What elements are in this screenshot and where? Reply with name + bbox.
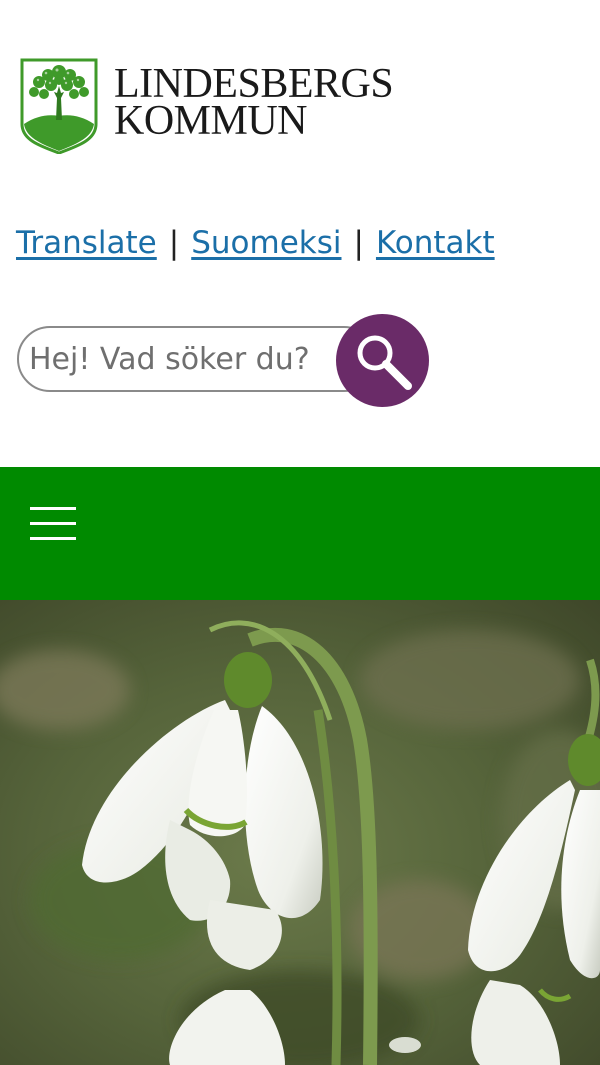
search-input[interactable]	[17, 326, 377, 392]
site-name-line2: KOMMUN	[114, 98, 308, 144]
suomeksi-link[interactable]: Suomeksi	[191, 225, 341, 261]
hero-image	[0, 600, 600, 1065]
main-nav-bar	[0, 467, 600, 600]
search-button[interactable]	[336, 314, 429, 407]
link-separator: |	[353, 225, 364, 261]
utility-links: Translate | Suomeksi | Kontakt	[16, 222, 495, 264]
tree-crest-icon	[20, 58, 98, 154]
kontakt-link[interactable]: Kontakt	[376, 225, 495, 261]
translate-link[interactable]: Translate	[16, 225, 157, 261]
snowdrop-flowers-image	[0, 600, 600, 1065]
site-name: LINDESBERGS KOMMUN	[114, 63, 394, 144]
page: LINDESBERGS KOMMUN Translate | Suomeksi | Ko…	[0, 0, 600, 1065]
site-logo-link[interactable]: LINDESBERGS KOMMUN	[20, 58, 394, 154]
search-form	[17, 314, 429, 407]
magnifier-icon	[357, 335, 412, 390]
hamburger-menu-icon[interactable]	[30, 507, 78, 547]
link-separator: |	[168, 225, 180, 261]
